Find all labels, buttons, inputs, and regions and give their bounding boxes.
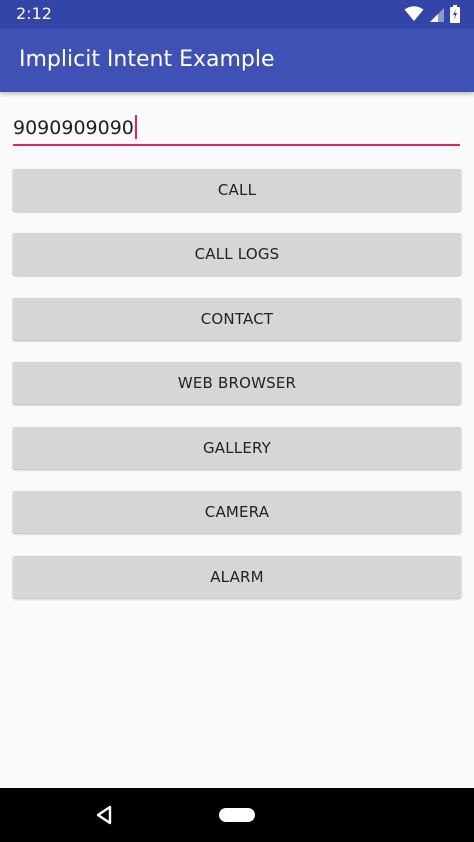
navigation-bar (0, 788, 474, 842)
status-icons (404, 4, 460, 24)
web-browser-button[interactable]: WEB BROWSER (13, 362, 461, 404)
call-logs-button[interactable]: CALL LOGS (13, 233, 461, 275)
status-time: 2:12 (16, 4, 52, 23)
phone-number-value: 9090909090 (13, 115, 137, 141)
gallery-button[interactable]: GALLERY (13, 427, 461, 469)
battery-icon (450, 5, 460, 23)
phone-number-input[interactable]: 9090909090 (13, 112, 460, 146)
text-cursor (134, 115, 137, 139)
signal-icon (430, 6, 444, 22)
back-icon[interactable] (95, 805, 113, 829)
contact-button[interactable]: CONTACT (13, 298, 461, 340)
wifi-icon (404, 6, 424, 22)
phone-number-text: 9090909090 (13, 117, 134, 139)
app-title: Implicit Intent Example (19, 47, 275, 72)
alarm-button[interactable]: ALARM (13, 556, 461, 598)
camera-button[interactable]: CAMERA (13, 491, 461, 533)
status-bar: 2:12 (0, 0, 474, 28)
app-bar: Implicit Intent Example (0, 28, 474, 92)
home-icon[interactable] (219, 808, 255, 822)
call-button[interactable]: CALL (13, 169, 461, 211)
